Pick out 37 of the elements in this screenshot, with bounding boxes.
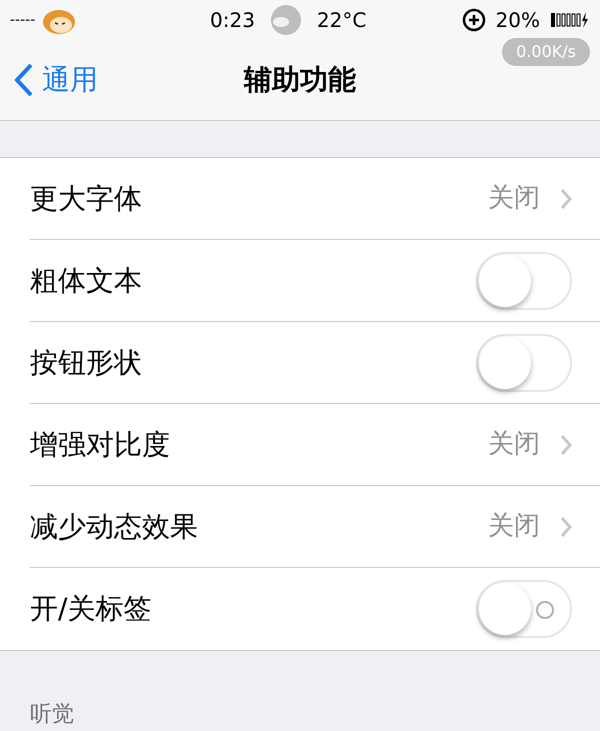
row-value: 关闭 [488,182,540,215]
cloud-icon [268,4,303,36]
toggle-switch[interactable] [476,252,572,310]
toggle-switch[interactable] [476,580,572,638]
page-title: 辅助功能 [244,62,356,98]
toggle-knob [479,336,531,388]
chevron-right-icon [560,188,572,210]
row-label: 增强对比度 [30,426,171,462]
row-value: 关闭 [488,510,540,543]
row-label: 开/关标签 [30,591,152,627]
section-header: 听觉 [30,701,75,729]
row-label: 粗体文本 [30,262,143,298]
chevron-right-icon [560,516,572,538]
settings-row[interactable]: 减少动态效果 关闭 [30,486,600,568]
chevron-left-icon [14,63,34,97]
battery-percent-text: 20% [496,7,540,34]
toggle-knob [479,583,531,635]
row-label: 减少动态效果 [30,508,199,544]
settings-row[interactable]: 增强对比度 关闭 [30,404,600,486]
off-label-icon [536,601,554,619]
settings-row[interactable]: 更大字体 关闭 [30,158,600,240]
signal-text: ----- [10,10,36,30]
settings-row[interactable]: 按钮形状 [30,322,600,404]
toggle-knob [479,254,531,306]
settings-row[interactable]: 粗体文本 [30,240,600,322]
network-speed-badge: 0.00K/s [502,38,590,66]
row-label: 更大字体 [30,180,143,216]
settings-row[interactable]: 开/关标签 [30,568,600,650]
battery-charging-icon [550,11,590,29]
chevron-right-icon [560,434,572,456]
time-text: 0:23 [210,7,255,34]
toggle-switch[interactable] [476,334,572,392]
row-value: 关闭 [488,428,540,461]
row-label: 按钮形状 [30,344,143,380]
temperature-text: 22°C [316,7,366,34]
rotation-lock-icon [462,8,486,32]
back-button[interactable]: 通用 [14,59,98,101]
